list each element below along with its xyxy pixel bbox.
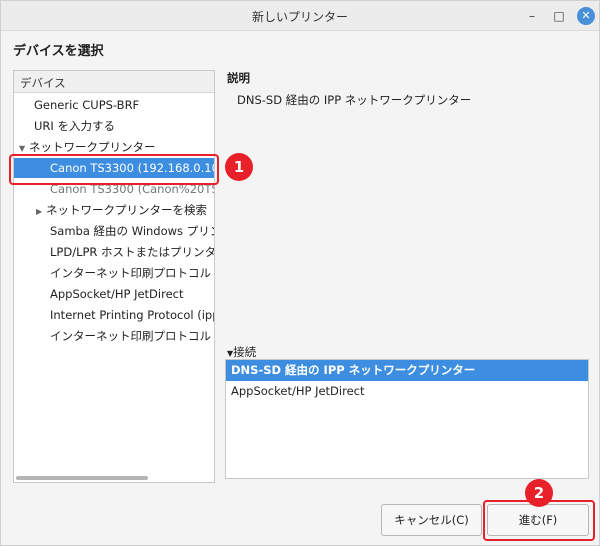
title-bar[interactable]: 新しいプリンター – □ ✕ xyxy=(1,1,599,31)
device-group-find-network-printer[interactable]: ▶ ネットワークプリンターを検索 xyxy=(14,200,214,220)
annotation-badge-2: 2 xyxy=(525,479,553,507)
connection-item-label: DNS-SD 経由の IPP ネットワークプリンター xyxy=(231,363,476,377)
device-item-samba[interactable]: Samba 経由の Windows プリンター xyxy=(14,221,214,241)
device-item-label: AppSocket/HP JetDirect xyxy=(50,287,184,301)
device-tree[interactable]: デバイス Generic CUPS-BRF URI を入力する ▼ ネットワークプ… xyxy=(13,70,215,483)
description-label: 説明 xyxy=(227,71,250,85)
device-item-label: Generic CUPS-BRF xyxy=(34,98,140,112)
connection-section-toggle[interactable]: ▼接続 xyxy=(227,344,256,360)
device-item-label: ネットワークプリンター xyxy=(29,140,156,154)
connection-list[interactable]: DNS-SD 経由の IPP ネットワークプリンター AppSocket/HP … xyxy=(225,359,589,479)
horizontal-scrollbar[interactable] xyxy=(16,476,148,480)
device-item-ipp-2[interactable]: インターネット印刷プロトコル xyxy=(14,326,214,346)
maximize-icon[interactable]: □ xyxy=(550,7,568,25)
annotation-badge-1: 1 xyxy=(225,153,253,181)
expand-right-icon[interactable]: ▶ xyxy=(36,202,46,220)
device-item-ipp[interactable]: インターネット印刷プロトコル xyxy=(14,263,214,283)
device-item-lpd-lpr[interactable]: LPD/LPR ホストまたはプリンター xyxy=(14,242,214,262)
connection-item-label: AppSocket/HP JetDirect xyxy=(231,384,365,398)
minimize-icon[interactable]: – xyxy=(523,7,541,25)
device-item-label: Internet Printing Protocol (ipps) xyxy=(50,308,214,322)
device-item-label: インターネット印刷プロトコル xyxy=(50,329,211,343)
page-title: デバイスを選択 xyxy=(13,44,104,59)
device-item-ipps[interactable]: Internet Printing Protocol (ipps) xyxy=(14,305,214,325)
connection-item-appsocket[interactable]: AppSocket/HP JetDirect xyxy=(226,381,588,402)
cancel-button[interactable]: キャンセル(C) xyxy=(381,504,482,536)
device-item-label: Samba 経由の Windows プリンター xyxy=(50,224,214,238)
description-text: DNS-SD 経由の IPP ネットワークプリンター xyxy=(237,93,472,107)
connection-label: 接続 xyxy=(233,345,257,359)
close-icon[interactable]: ✕ xyxy=(577,7,595,25)
device-item-label: LPD/LPR ホストまたはプリンター xyxy=(50,245,214,259)
window-title: 新しいプリンター xyxy=(251,10,348,24)
connection-item-dns-sd-ipp[interactable]: DNS-SD 経由の IPP ネットワークプリンター xyxy=(226,360,588,381)
device-column-header[interactable]: デバイス xyxy=(14,71,214,93)
device-item-appsocket[interactable]: AppSocket/HP JetDirect xyxy=(14,284,214,304)
device-item-label: インターネット印刷プロトコル xyxy=(50,266,211,280)
device-item-label: URI を入力する xyxy=(34,119,115,133)
device-item-generic-cups-brf[interactable]: Generic CUPS-BRF xyxy=(14,95,214,115)
new-printer-dialog: 新しいプリンター – □ ✕ デバイスを選択 デバイス Generic CUPS… xyxy=(0,0,600,546)
device-item-enter-uri[interactable]: URI を入力する xyxy=(14,116,214,136)
annotation-highlight-device xyxy=(9,154,219,185)
device-column-label: デバイス xyxy=(20,76,66,90)
device-item-label: ネットワークプリンターを検索 xyxy=(46,203,207,217)
